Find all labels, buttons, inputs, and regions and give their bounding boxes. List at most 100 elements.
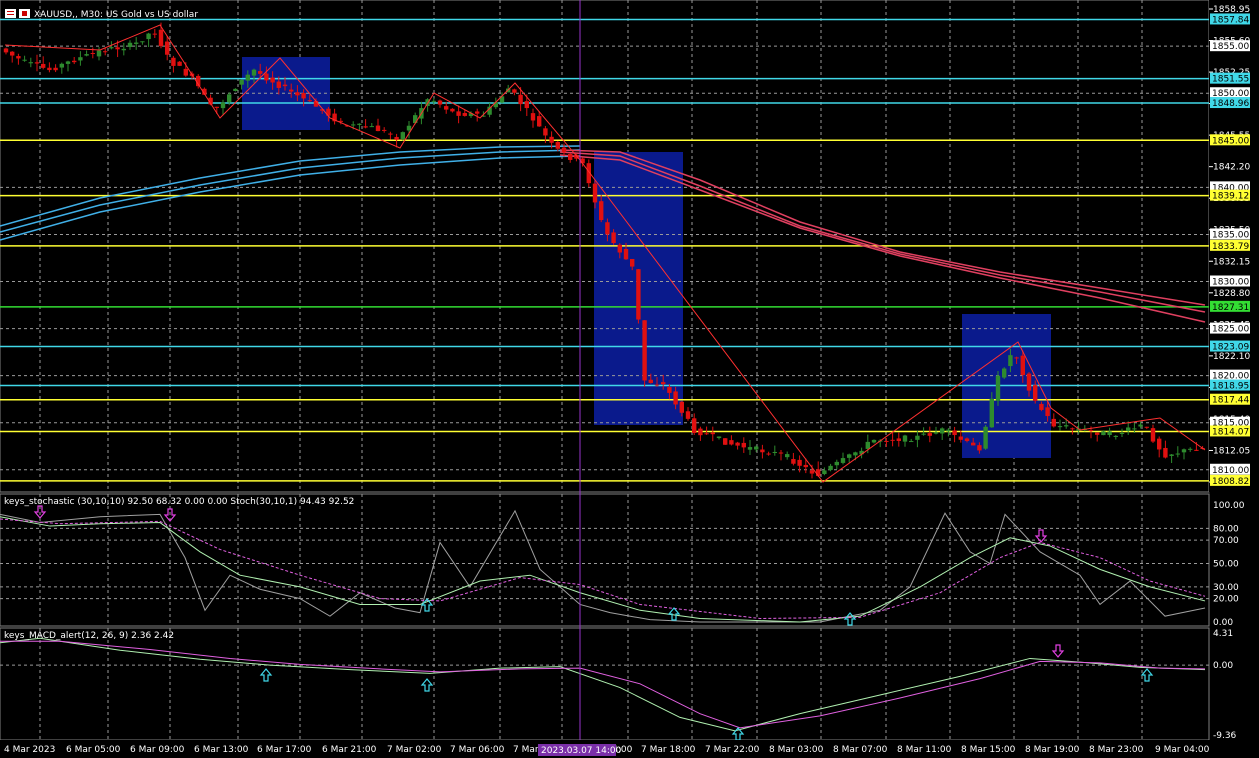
candle-body bbox=[549, 136, 554, 143]
crosshair-time-label: 2023.03.07 14:00 bbox=[541, 746, 622, 756]
candle-body bbox=[437, 100, 443, 105]
level-label: 1851.55 bbox=[1212, 75, 1249, 85]
candle-body bbox=[822, 470, 827, 475]
candle-body bbox=[251, 69, 257, 76]
symbol-title: XAUUSD,, M30: US Gold vs US dollar bbox=[34, 10, 198, 20]
candle-body bbox=[270, 77, 275, 83]
candle-body bbox=[958, 436, 963, 440]
candle-body bbox=[1194, 449, 1199, 451]
level-label: 1855.00 bbox=[1212, 42, 1249, 52]
candle-body bbox=[22, 59, 27, 61]
candle-body bbox=[735, 442, 740, 446]
candle-body bbox=[1045, 407, 1050, 417]
candle-body bbox=[1008, 355, 1013, 367]
candle-body bbox=[865, 441, 870, 449]
macd-tick: 4.31 bbox=[1213, 629, 1233, 639]
time-label: 7 Mar 22:00 bbox=[705, 745, 760, 755]
candle-body bbox=[785, 454, 790, 458]
candle-body bbox=[96, 50, 102, 57]
candle-body bbox=[809, 470, 815, 474]
candle-body bbox=[245, 74, 250, 81]
stoch-tick: 50.00 bbox=[1213, 560, 1239, 570]
zone-box[interactable] bbox=[242, 57, 330, 130]
candle-body bbox=[1144, 426, 1149, 428]
candle-body bbox=[1169, 454, 1174, 456]
macd-pane[interactable] bbox=[0, 627, 1210, 741]
level-label: 1835.00 bbox=[1212, 230, 1249, 240]
candle-body bbox=[1150, 428, 1156, 442]
candle-body bbox=[654, 384, 660, 386]
candle-body bbox=[462, 113, 467, 116]
time-label: 7 Mar 18:00 bbox=[641, 745, 696, 755]
candle-body bbox=[741, 442, 746, 448]
candle-body bbox=[301, 93, 306, 99]
level-label: 1818.95 bbox=[1212, 382, 1249, 392]
candle-body bbox=[3, 48, 9, 53]
price-tick: 1832.15 bbox=[1213, 257, 1250, 267]
candle-body bbox=[946, 429, 951, 432]
time-axis[interactable]: 4 Mar 2023 6 Mar 05:00 6 Mar 09:00 6 Mar 13… bbox=[0, 740, 1259, 758]
candle-body bbox=[871, 439, 877, 443]
candle-body bbox=[1014, 357, 1019, 359]
candle-body bbox=[171, 57, 176, 66]
candle-body bbox=[369, 126, 374, 128]
candle-body bbox=[34, 62, 40, 64]
candle-body bbox=[1138, 424, 1143, 427]
candle-body bbox=[537, 116, 542, 127]
candle-body bbox=[1163, 447, 1168, 458]
stoch-tick: 20.00 bbox=[1213, 595, 1239, 605]
candle-body bbox=[363, 126, 368, 128]
time-label: 8 Mar 23:00 bbox=[1089, 745, 1144, 755]
candle-body bbox=[853, 452, 858, 456]
level-label: 1845.00 bbox=[1212, 136, 1249, 146]
candle-body bbox=[375, 125, 381, 132]
candle-body bbox=[109, 47, 114, 49]
candle-body bbox=[90, 53, 95, 55]
candle-body bbox=[1095, 432, 1100, 435]
candle-body bbox=[766, 453, 771, 455]
candle-body bbox=[971, 442, 976, 446]
candle-body bbox=[1039, 403, 1044, 410]
candle-body bbox=[673, 391, 678, 405]
stochastic-pane[interactable] bbox=[0, 493, 1210, 627]
candle-body bbox=[1033, 385, 1038, 401]
time-label: 7 Mar 06:00 bbox=[450, 745, 505, 755]
candle-body bbox=[840, 458, 846, 463]
candle-body bbox=[382, 129, 387, 131]
candle-body bbox=[47, 67, 52, 71]
candle-body bbox=[258, 71, 263, 74]
candle-body bbox=[1119, 432, 1125, 434]
candle-body bbox=[233, 88, 238, 91]
candle-body bbox=[983, 426, 988, 449]
time-label: 7 Mar 02:00 bbox=[387, 745, 442, 755]
candle-body bbox=[964, 438, 970, 441]
trading-chart[interactable]: 1858.951855.601852.251848.901845.551842.… bbox=[0, 0, 1259, 758]
stochastic-caption: keys_stochastic (30,10,10) 92.50 68.32 0… bbox=[4, 497, 354, 507]
candle-body bbox=[754, 446, 759, 450]
candle-body bbox=[1113, 435, 1118, 438]
time-label: 8 Mar 19:00 bbox=[1025, 745, 1080, 755]
candle-body bbox=[630, 258, 635, 267]
candle-body bbox=[444, 106, 449, 110]
candle-body bbox=[524, 101, 529, 109]
time-label: 8 Mar 07:00 bbox=[833, 745, 888, 755]
candle-body bbox=[177, 61, 182, 66]
price-axis[interactable]: 1858.951855.601852.251848.901845.551842.… bbox=[1209, 0, 1259, 492]
candle-body bbox=[72, 60, 77, 63]
level-label: 1814.07 bbox=[1212, 427, 1249, 437]
macd-caption: keys_MACD_alert(12, 26, 9) 2.36 2.42 bbox=[4, 631, 174, 641]
candle-body bbox=[183, 68, 188, 76]
candle-body bbox=[661, 382, 666, 385]
candle-body bbox=[760, 449, 765, 453]
candle-body bbox=[84, 54, 89, 56]
candle-body bbox=[1064, 425, 1069, 427]
candle-body bbox=[995, 375, 1001, 401]
time-label: 8 Mar 15:00 bbox=[961, 745, 1016, 755]
level-label: 1857.84 bbox=[1212, 15, 1249, 25]
level-label: 1810.00 bbox=[1212, 466, 1249, 476]
candle-body bbox=[828, 465, 833, 470]
candle-body bbox=[797, 459, 802, 466]
candle-body bbox=[698, 428, 703, 436]
stoch-tick: 30.00 bbox=[1213, 583, 1239, 593]
candle-body bbox=[394, 136, 399, 140]
